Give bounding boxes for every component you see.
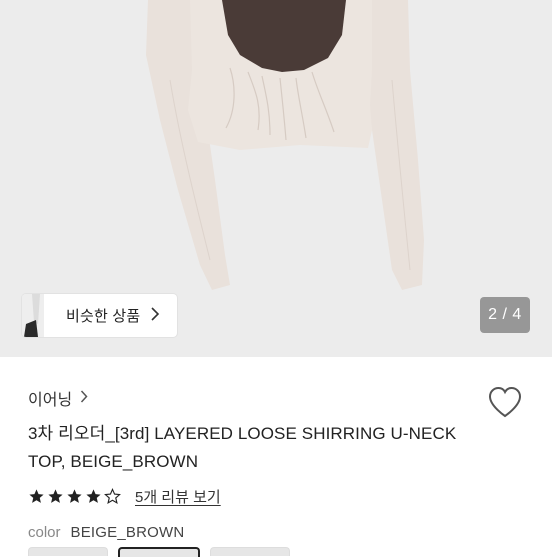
- star-filled-icon: [67, 488, 82, 503]
- wishlist-heart-icon[interactable]: [487, 386, 523, 418]
- star-filled-icon: [86, 488, 101, 503]
- color-option-row: color BEIGE_BROWN: [28, 524, 184, 541]
- star-filled-icon: [48, 488, 63, 503]
- similar-products-label: 비슷한 상품: [66, 308, 141, 325]
- chevron-right-icon: [150, 306, 160, 326]
- product-info: 이어닝: [28, 380, 528, 416]
- image-page-indicator: 2 / 4: [480, 297, 530, 333]
- brand-link[interactable]: 이어닝: [28, 380, 528, 416]
- brand-name: 이어닝: [28, 392, 73, 409]
- color-value: BEIGE_BROWN: [70, 524, 185, 541]
- color-swatch-selected[interactable]: [118, 547, 200, 557]
- rating-row: 5개 리뷰 보기: [28, 485, 221, 507]
- product-image-gallery[interactable]: 비슷한 상품 2 / 4: [0, 0, 552, 357]
- chevron-right-icon: [80, 389, 88, 407]
- review-link[interactable]: 5개 리뷰 보기: [135, 486, 221, 507]
- similar-product-thumbnail: [22, 294, 44, 337]
- similar-products-button[interactable]: 비슷한 상품: [22, 294, 177, 337]
- star-filled-icon: [29, 488, 44, 503]
- color-label: color: [28, 524, 61, 541]
- star-empty-icon: [104, 487, 121, 504]
- product-title: 3차 리오더_[3rd] LAYERED LOOSE SHIRRING U-NE…: [28, 424, 457, 471]
- color-swatches: [28, 547, 290, 557]
- rating-stars: [28, 487, 123, 505]
